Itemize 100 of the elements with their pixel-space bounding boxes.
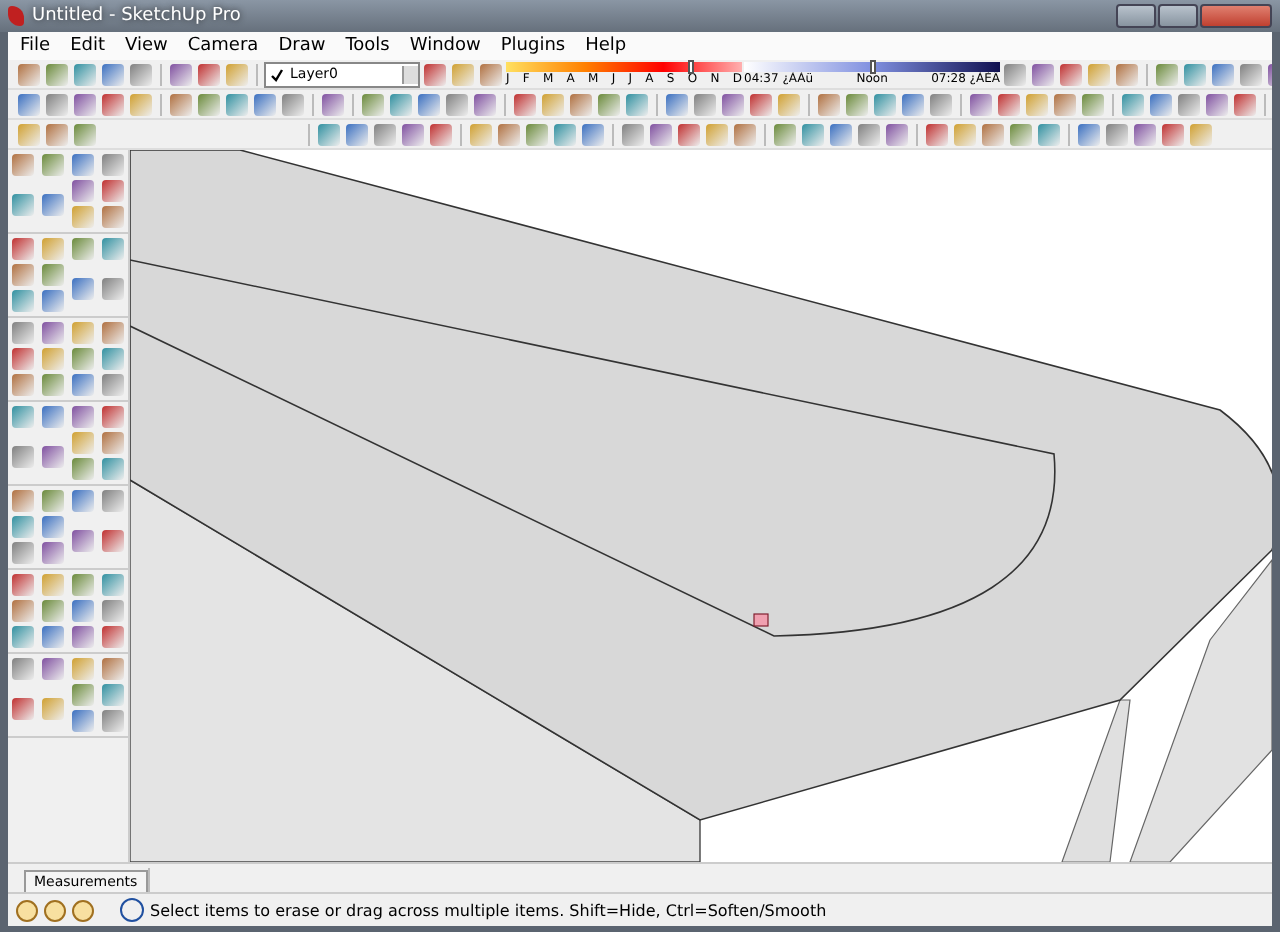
tool-icon[interactable]: [46, 93, 68, 115]
tool-icon[interactable]: [424, 63, 446, 85]
tool-icon[interactable]: [474, 93, 496, 115]
tool-icon[interactable]: [626, 93, 648, 115]
tool-icon[interactable]: [102, 348, 124, 370]
tool-icon[interactable]: [72, 710, 94, 732]
tool-icon[interactable]: [130, 93, 152, 115]
tool-icon[interactable]: [198, 93, 220, 115]
tool-icon[interactable]: [12, 697, 34, 719]
tool-icon[interactable]: [42, 238, 64, 260]
tool-icon[interactable]: [72, 322, 94, 344]
tool-icon[interactable]: [12, 238, 34, 260]
tool-icon[interactable]: [12, 406, 34, 428]
tool-icon[interactable]: [390, 93, 412, 115]
tool-icon[interactable]: [678, 123, 700, 145]
tool-icon[interactable]: [72, 206, 94, 228]
tool-icon[interactable]: [12, 600, 34, 622]
tool-icon[interactable]: [226, 93, 248, 115]
tool-icon[interactable]: [12, 348, 34, 370]
tool-icon[interactable]: [12, 445, 34, 467]
menu-item[interactable]: File: [12, 36, 59, 56]
tool-icon[interactable]: [102, 710, 124, 732]
month-slider[interactable]: [506, 62, 742, 72]
tool-icon[interactable]: [42, 322, 64, 344]
menu-item[interactable]: Help: [577, 36, 635, 56]
tool-icon[interactable]: [12, 490, 34, 512]
tool-icon[interactable]: [102, 154, 124, 176]
tool-icon[interactable]: [12, 193, 34, 215]
tool-icon[interactable]: [818, 93, 840, 115]
tool-icon[interactable]: [1178, 93, 1200, 115]
tool-icon[interactable]: [72, 238, 94, 260]
time-slider[interactable]: [744, 62, 1000, 72]
tool-icon[interactable]: [102, 238, 124, 260]
tool-icon[interactable]: [12, 658, 34, 680]
tool-icon[interactable]: [778, 93, 800, 115]
tool-icon[interactable]: [498, 123, 520, 145]
tool-icon[interactable]: [874, 93, 896, 115]
tool-icon[interactable]: [1010, 123, 1032, 145]
tool-icon[interactable]: [582, 123, 604, 145]
tool-icon[interactable]: [926, 123, 948, 145]
tool-icon[interactable]: [598, 93, 620, 115]
tool-icon[interactable]: [72, 490, 94, 512]
tool-icon[interactable]: [622, 123, 644, 145]
tool-icon[interactable]: [102, 600, 124, 622]
tool-icon[interactable]: [1162, 123, 1184, 145]
tool-icon[interactable]: [42, 445, 64, 467]
tool-icon[interactable]: [282, 93, 304, 115]
tool-icon[interactable]: [802, 123, 824, 145]
tool-icon[interactable]: [706, 123, 728, 145]
tool-icon[interactable]: [102, 574, 124, 596]
tool-icon[interactable]: [102, 658, 124, 680]
tool-icon[interactable]: [72, 658, 94, 680]
tool-icon[interactable]: [1106, 123, 1128, 145]
tool-icon[interactable]: [42, 374, 64, 396]
tool-icon[interactable]: [42, 348, 64, 370]
tool-icon[interactable]: [46, 123, 68, 145]
tool-icon[interactable]: [198, 63, 220, 85]
menu-item[interactable]: Edit: [62, 36, 113, 56]
tool-icon[interactable]: [42, 406, 64, 428]
tool-icon[interactable]: [102, 93, 124, 115]
tool-icon[interactable]: [42, 600, 64, 622]
tool-icon[interactable]: [902, 93, 924, 115]
tool-icon[interactable]: [1038, 123, 1060, 145]
tool-icon[interactable]: [74, 123, 96, 145]
tool-icon[interactable]: [72, 574, 94, 596]
tool-icon[interactable]: [402, 123, 424, 145]
menu-item[interactable]: Window: [401, 36, 489, 56]
tool-icon[interactable]: [72, 684, 94, 706]
tool-icon[interactable]: [1054, 93, 1076, 115]
tool-icon[interactable]: [102, 490, 124, 512]
tool-icon[interactable]: [774, 123, 796, 145]
tool-icon[interactable]: [1150, 93, 1172, 115]
tool-icon[interactable]: [734, 123, 756, 145]
tool-icon[interactable]: [170, 93, 192, 115]
tool-icon[interactable]: [1156, 63, 1178, 85]
tool-icon[interactable]: [970, 93, 992, 115]
tool-icon[interactable]: [42, 290, 64, 312]
tool-icon[interactable]: [930, 93, 952, 115]
tool-icon[interactable]: [998, 93, 1020, 115]
tool-icon[interactable]: [846, 93, 868, 115]
tool-icon[interactable]: [666, 93, 688, 115]
tool-icon[interactable]: [72, 348, 94, 370]
tool-icon[interactable]: [554, 123, 576, 145]
tool-icon[interactable]: [18, 123, 40, 145]
tool-icon[interactable]: [12, 574, 34, 596]
tool-icon[interactable]: [694, 93, 716, 115]
tool-icon[interactable]: [12, 264, 34, 286]
tool-icon[interactable]: [74, 93, 96, 115]
tool-icon[interactable]: [18, 63, 40, 85]
tool-icon[interactable]: [322, 93, 344, 115]
tool-icon[interactable]: [102, 684, 124, 706]
tool-icon[interactable]: [12, 626, 34, 648]
tool-icon[interactable]: [982, 123, 1004, 145]
tool-icon[interactable]: [12, 516, 34, 538]
tool-icon[interactable]: [346, 123, 368, 145]
tool-icon[interactable]: [72, 180, 94, 202]
slider-thumb[interactable]: [870, 60, 876, 74]
tool-icon[interactable]: [446, 93, 468, 115]
tool-icon[interactable]: [650, 123, 672, 145]
tool-icon[interactable]: [130, 63, 152, 85]
